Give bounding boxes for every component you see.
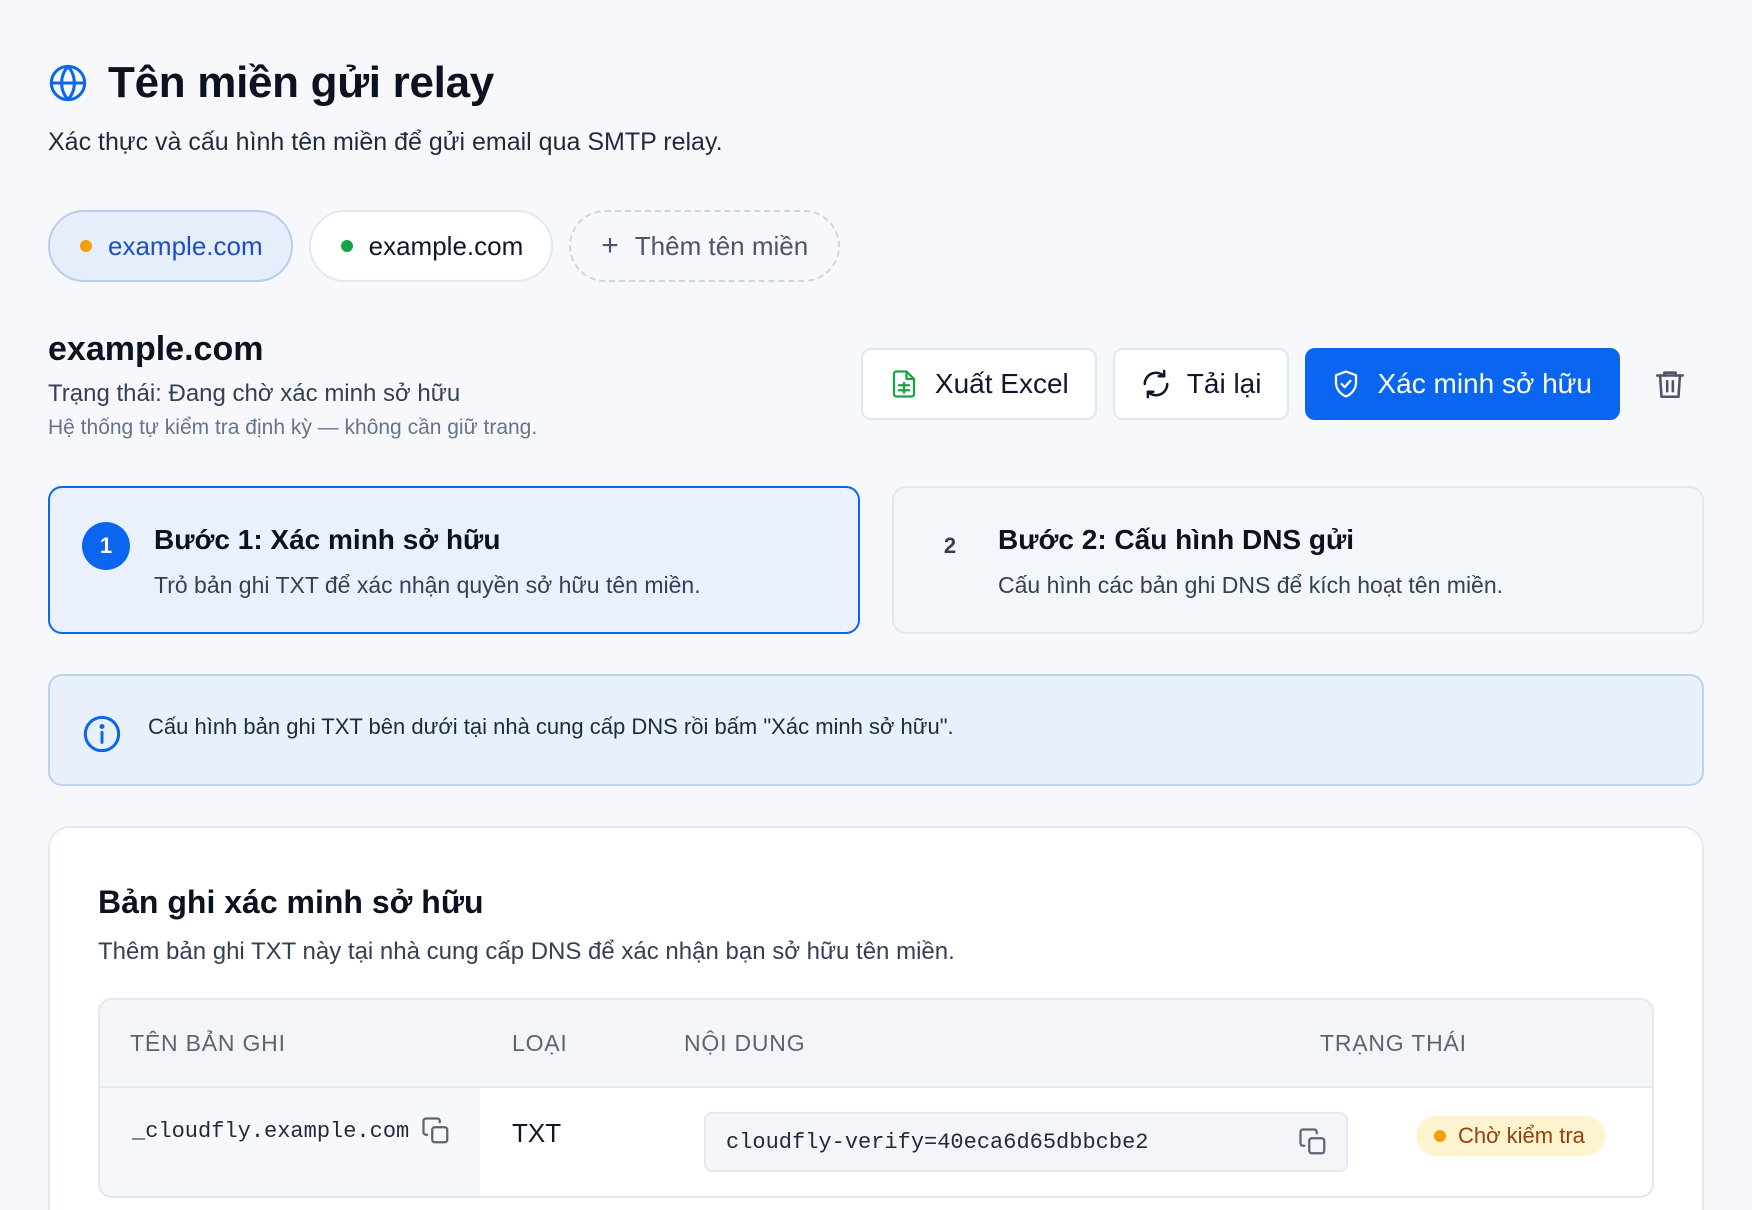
page-title: Tên miền gửi relay — [108, 58, 494, 107]
domain-name: example.com — [48, 330, 264, 368]
record-content-field[interactable]: cloudfly-verify=40eca6d65dbbcbe2 — [704, 1112, 1348, 1172]
dns-record-table: TÊN BẢN GHI LOẠI NỘI DUNG TRẠNG THÁI _cl… — [98, 998, 1654, 1198]
status-dot — [80, 240, 92, 252]
export-excel-button[interactable]: Xuất Excel — [860, 348, 1097, 420]
page-subtitle: Xác thực và cấu hình tên miền để gửi ema… — [48, 128, 723, 156]
step-description: Trỏ bản ghi TXT để xác nhận quyền sở hữu… — [154, 572, 701, 598]
status-dot — [340, 240, 353, 252]
page-header: Tên miền gửi relay — [48, 58, 494, 108]
domain-tab-2[interactable]: example.com — [308, 210, 554, 282]
table-header: TÊN BẢN GHI LOẠI NỘI DUNG TRẠNG THÁI — [100, 1000, 1652, 1088]
table-row: _cloudfly.example.com TXT cloudfly-verif… — [100, 1088, 1652, 1196]
step-number: 1 — [82, 522, 130, 570]
step-description: Cấu hình các bản ghi DNS để kích hoạt tê… — [998, 572, 1504, 598]
column-header-name: TÊN BẢN GHI — [130, 1030, 286, 1056]
domain-status: Trạng thái: Đang chờ xác minh sở hữu — [48, 380, 461, 407]
domain-tabs: example.com example.com + Thêm tên miền — [48, 210, 841, 282]
verify-ownership-label: Xác minh sở hữu — [1377, 368, 1592, 399]
trash-icon — [1655, 371, 1685, 399]
action-bar: Xuất Excel Tải lại Xác minh sở hữu — [860, 348, 1704, 420]
record-name-text: _cloudfly.example.com — [132, 1118, 410, 1144]
status-badge-label: Chờ kiểm tra — [1458, 1123, 1585, 1148]
column-header-content: NỘI DUNG — [684, 1030, 806, 1056]
domain-tab-label: example.com — [108, 230, 263, 261]
add-domain-button[interactable]: + Thêm tên miền — [569, 210, 841, 282]
record-name: _cloudfly.example.com — [132, 1116, 451, 1146]
copy-icon[interactable] — [1298, 1127, 1328, 1157]
step-title: Bước 2: Cấu hình DNS gửi — [998, 524, 1355, 555]
domain-tab-label: example.com — [368, 230, 524, 261]
export-excel-label: Xuất Excel — [934, 368, 1069, 399]
status-badge: Chờ kiểm tra — [1416, 1116, 1605, 1156]
step-number: 2 — [943, 533, 957, 558]
step-title: Bước 1: Xác minh sở hữu — [154, 524, 501, 555]
copy-icon[interactable] — [421, 1116, 451, 1146]
info-alert: Cấu hình bản ghi TXT bên dưới tại nhà cu… — [48, 674, 1704, 786]
shield-check-icon — [1335, 370, 1358, 398]
column-header-type: LOẠI — [512, 1030, 568, 1056]
card-description: Thêm bản ghi TXT này tại nhà cung cấp DN… — [98, 938, 955, 965]
reload-label: Tải lại — [1186, 368, 1262, 399]
step-2[interactable]: 2 Bước 2: Cấu hình DNS gửi Cấu hình các … — [892, 486, 1704, 634]
delete-domain-button[interactable] — [1636, 348, 1704, 420]
info-message: Cấu hình bản ghi TXT bên dưới tại nhà cu… — [148, 714, 954, 739]
domain-hint: Hệ thống tự kiểm tra định kỳ — không cần… — [48, 416, 538, 439]
steps: 1 Bước 1: Xác minh sở hữu Trỏ bản ghi TX… — [48, 486, 1704, 634]
verify-ownership-button[interactable]: Xác minh sở hữu — [1305, 348, 1620, 420]
info-icon — [83, 715, 121, 753]
card-title: Bản ghi xác minh sở hữu — [98, 884, 484, 920]
verification-record-card: Bản ghi xác minh sở hữu Thêm bản ghi TXT… — [48, 826, 1704, 1210]
plus-icon: + — [601, 229, 619, 262]
step-1[interactable]: 1 Bước 1: Xác minh sở hữu Trỏ bản ghi TX… — [48, 486, 860, 634]
column-header-status: TRẠNG THÁI — [1320, 1030, 1467, 1056]
reload-button[interactable]: Tải lại — [1112, 348, 1290, 420]
add-domain-label: Thêm tên miền — [634, 230, 809, 261]
record-content-text: cloudfly-verify=40eca6d65dbbcbe2 — [726, 1129, 1149, 1155]
status-dot — [1434, 1130, 1446, 1142]
refresh-icon — [1143, 369, 1169, 399]
domain-tab-1[interactable]: example.com — [48, 210, 293, 282]
record-type: TXT — [512, 1118, 562, 1148]
spreadsheet-icon — [892, 370, 916, 398]
globe-icon — [49, 64, 87, 102]
